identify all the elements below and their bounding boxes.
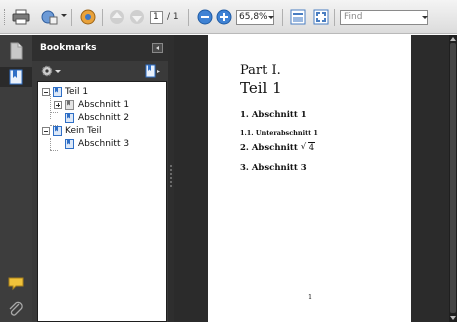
comments-panel-button[interactable] <box>7 273 25 293</box>
section-heading: 2. Abschnitt √ 4 <box>240 142 316 153</box>
comment-icon <box>8 277 24 291</box>
page-total-label: / 1 <box>167 12 179 22</box>
subsection-heading: 1.1. Unterabschnitt 1 <box>240 129 318 137</box>
bookmark-icon <box>65 139 74 149</box>
pages-panel-button[interactable] <box>7 41 25 61</box>
bookmark-icon <box>65 113 74 123</box>
section-heading-text: 2. Abschnitt <box>240 143 298 153</box>
scroll-up-icon[interactable] <box>450 37 456 41</box>
options-dropdown-caret[interactable] <box>55 70 61 73</box>
toolbar-separator <box>71 9 72 26</box>
radical-sign: √ <box>300 142 307 152</box>
toolbar-grip[interactable] <box>4 9 6 25</box>
collapse-toggle[interactable] <box>42 88 50 96</box>
bookmark-icon <box>53 87 62 97</box>
bookmark-label: Abschnitt 2 <box>78 113 130 123</box>
bookmark-tree: Teil 1 Abschnitt 1 Abschnitt 2 Kein Teil… <box>37 81 167 322</box>
print-button[interactable] <box>12 8 30 26</box>
toolbar: 1 / 1 65,8% Find <box>0 0 457 34</box>
toolbar-separator <box>334 9 335 26</box>
bookmarks-panel: Bookmarks Teil 1 Abschnitt 1 Abschnitt 2… <box>32 35 168 322</box>
grip-dots <box>170 165 172 187</box>
zoom-out-icon <box>197 9 213 25</box>
bookmarks-panel-button[interactable] <box>0 67 32 87</box>
next-page-button[interactable] <box>128 8 146 26</box>
zoom-in-icon <box>216 9 232 25</box>
collapse-toggle[interactable] <box>42 127 50 135</box>
chevron-down-icon[interactable] <box>422 16 428 19</box>
share-icon <box>41 10 58 25</box>
share-button[interactable] <box>40 8 58 26</box>
find-placeholder: Find <box>344 12 363 22</box>
bookmark-label: Abschnitt 1 <box>78 100 130 110</box>
bookmark-icon <box>65 100 74 110</box>
previous-page-button[interactable] <box>108 8 126 26</box>
chapter-heading: Teil 1 <box>240 79 282 97</box>
pages-icon <box>10 42 23 60</box>
square-root-formula: √ 4 <box>300 142 316 153</box>
section-heading: 3. Abschnitt 3 <box>240 163 307 173</box>
bookmark-toolbar <box>32 61 168 81</box>
fit-page-button[interactable] <box>289 8 307 26</box>
radicand: 4 <box>307 142 316 153</box>
zoom-level-value: 65,8% <box>239 12 268 22</box>
scroll-down-icon[interactable] <box>450 316 456 320</box>
navigation-rail <box>0 35 32 322</box>
tree-connector <box>50 138 51 150</box>
vertical-scrollbar[interactable] <box>449 35 457 322</box>
toolbar-separator <box>102 9 103 26</box>
zoom-out-button[interactable] <box>196 8 214 26</box>
fit-page-icon <box>290 9 306 25</box>
zoom-in-button[interactable] <box>215 8 233 26</box>
toolbar-separator <box>188 9 189 26</box>
toolbar-separator <box>282 9 283 26</box>
share-dropdown-caret[interactable] <box>61 14 67 17</box>
next-page-icon <box>130 10 144 24</box>
paperclip-icon <box>9 301 23 316</box>
bookmark-item[interactable]: Kein Teil <box>42 125 162 137</box>
find-input[interactable]: Find <box>340 10 428 25</box>
zoom-level-select[interactable]: 65,8% <box>236 10 274 25</box>
document-view[interactable]: Part I. Teil 1 1. Abschnitt 1 1.1. Unter… <box>174 35 449 322</box>
panel-title: Bookmarks <box>40 43 97 53</box>
bookmark-item[interactable]: Abschnitt 3 <box>65 138 162 150</box>
expand-toggle[interactable] <box>54 101 62 109</box>
bookmark-icon <box>53 126 62 136</box>
section-heading: 1. Abschnitt 1 <box>240 110 307 120</box>
gear-icon[interactable] <box>41 65 53 77</box>
new-bookmark-icon[interactable] <box>145 64 161 78</box>
bookmark-label: Abschnitt 3 <box>78 139 130 149</box>
bookmark-icon <box>9 69 23 85</box>
panel-header: Bookmarks <box>32 35 168 61</box>
bookmark-item[interactable]: Abschnitt 2 <box>65 112 162 124</box>
tools-button[interactable] <box>79 8 97 26</box>
attachments-panel-button[interactable] <box>7 300 25 320</box>
full-screen-button[interactable] <box>312 8 330 26</box>
bookmark-label: Teil 1 <box>65 87 89 97</box>
bookmark-item[interactable]: Teil 1 <box>42 86 162 98</box>
bookmark-label: Kein Teil <box>65 126 102 136</box>
previous-page-icon <box>110 10 124 24</box>
collapse-panel-button[interactable] <box>152 43 163 53</box>
pdf-page[interactable]: Part I. Teil 1 1. Abschnitt 1 1.1. Unter… <box>208 35 411 322</box>
bookmark-item[interactable]: Abschnitt 1 <box>54 99 162 111</box>
tree-connector <box>50 150 58 151</box>
tools-icon <box>80 9 96 25</box>
chevron-down-icon <box>268 16 274 19</box>
part-heading: Part I. <box>240 63 281 78</box>
scroll-thumb[interactable] <box>450 43 456 313</box>
tree-connector <box>50 112 58 113</box>
page-number: 1 <box>308 293 313 301</box>
full-screen-icon <box>313 9 329 25</box>
page-number-input[interactable]: 1 <box>150 11 163 24</box>
print-icon <box>12 9 30 25</box>
